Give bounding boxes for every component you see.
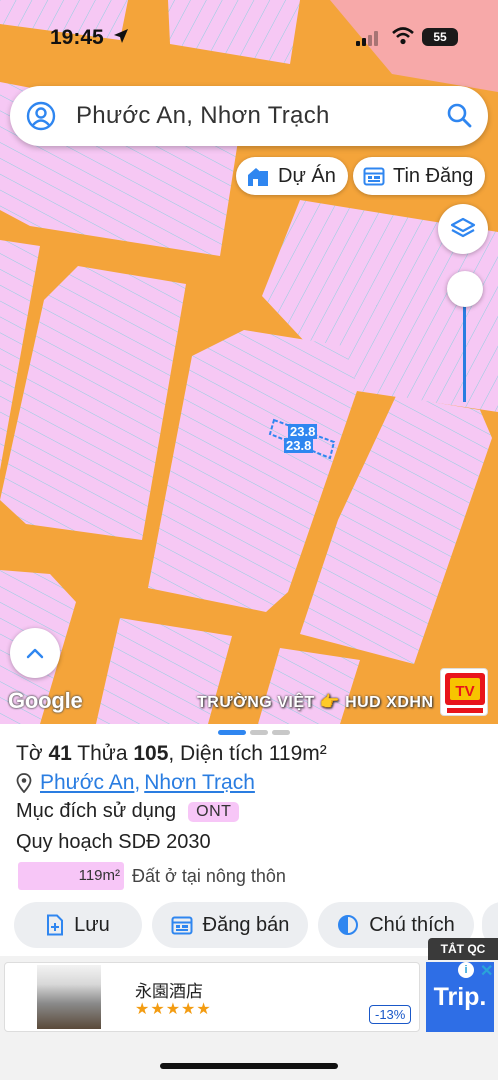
save-label: Lưu xyxy=(74,913,110,936)
tv-logo-text: TV xyxy=(455,683,474,700)
legend-label: Chú thích xyxy=(369,913,455,936)
title-mid: Thửa xyxy=(71,742,134,765)
title-prefix: Tờ xyxy=(16,742,49,765)
page-dot-active xyxy=(218,730,246,735)
map-view[interactable]: 19:45 55 Phước An, Nhơn Trạch Dự Án Tin … xyxy=(0,0,498,724)
tin-dang-chip[interactable]: Tin Đăng xyxy=(353,157,486,195)
status-bar: 19:45 55 xyxy=(0,0,498,74)
search-input[interactable]: Phước An, Nhơn Trạch xyxy=(76,102,330,130)
plan-row: 119m² Đất ở tại nông thôn xyxy=(18,862,286,890)
save-button[interactable]: Lưu xyxy=(14,902,142,948)
user-profile-icon[interactable] xyxy=(26,101,56,131)
parcel-info-panel: Tờ 41 Thửa 105, Diện tích 119m² Phước An… xyxy=(0,724,498,956)
calendar-icon xyxy=(363,167,385,186)
opacity-slider-handle[interactable] xyxy=(447,271,483,307)
ad-hotel-image xyxy=(37,965,101,1029)
page-dot xyxy=(272,730,290,735)
plan-area-swatch: 119m² xyxy=(18,862,124,890)
map-pin-icon xyxy=(16,773,32,793)
lot-number: 105 xyxy=(133,742,169,765)
district-link[interactable]: Nhơn Trạch xyxy=(144,771,255,795)
close-ad-button[interactable]: TẮT QC xyxy=(428,938,498,960)
ad-discount-badge: -13% xyxy=(369,1005,412,1024)
ad-banner[interactable]: 永園酒店 ★★★★★ -13% xyxy=(4,962,420,1032)
chevron-up-icon xyxy=(26,648,44,659)
parcel-length-label: 23.8 xyxy=(284,438,314,453)
post-for-sale-label: Đăng bán xyxy=(202,913,290,936)
tin-dang-label: Tin Đăng xyxy=(393,164,474,187)
parcel-width-label: 23.8 xyxy=(288,424,318,439)
layers-button[interactable] xyxy=(438,204,488,254)
battery-icon: 55 xyxy=(422,28,458,46)
du-an-label: Dự Án xyxy=(278,164,336,187)
file-add-icon xyxy=(47,914,64,936)
page-dot xyxy=(250,730,268,735)
search-bar[interactable]: Phước An, Nhơn Trạch xyxy=(10,86,488,146)
du-an-chip[interactable]: Dự Án xyxy=(236,157,348,195)
google-logo: Google xyxy=(8,688,83,713)
plan-description: Đất ở tại nông thôn xyxy=(132,865,286,886)
ward-link[interactable]: Phước An xyxy=(40,771,134,795)
post-for-sale-button[interactable]: Đăng bán xyxy=(152,902,308,948)
clock: 19:45 xyxy=(50,26,104,49)
sheet-number: 41 xyxy=(48,742,72,765)
home-indicator[interactable] xyxy=(160,1063,338,1069)
tv-brand-logo: TV xyxy=(440,668,488,716)
plan-title: Quy hoạch SDĐ 2030 xyxy=(16,831,211,853)
land-use-row: Mục đích sử dụng ONT xyxy=(16,800,240,823)
location-arrow-icon xyxy=(114,29,128,43)
area-text: , Diện tích 119m² xyxy=(168,742,327,765)
wifi-icon xyxy=(392,27,414,45)
building-icon xyxy=(248,168,268,186)
land-use-badge: ONT xyxy=(188,801,240,822)
calendar-icon xyxy=(171,916,193,935)
layers-icon xyxy=(450,217,476,238)
ad-info-icon[interactable]: i xyxy=(458,962,474,978)
parcel-title: Tờ 41 Thửa 105, Diện tích 119m² xyxy=(16,742,327,766)
ad-star-rating: ★★★★★ xyxy=(135,1001,212,1018)
contrast-icon xyxy=(338,915,359,935)
expand-panel-button[interactable] xyxy=(10,628,60,678)
ad-close-icon[interactable]: ✕ xyxy=(480,961,493,981)
location-row: Phước An, Nhơn Trạch xyxy=(16,771,255,795)
cellular-signal-icon xyxy=(356,31,378,46)
watermark-text: TRƯỜNG VIỆT 👉 HUD XDHN xyxy=(197,694,434,711)
page-indicator xyxy=(218,730,290,735)
land-use-label: Mục đích sử dụng xyxy=(16,800,177,822)
search-icon[interactable] xyxy=(446,102,472,128)
